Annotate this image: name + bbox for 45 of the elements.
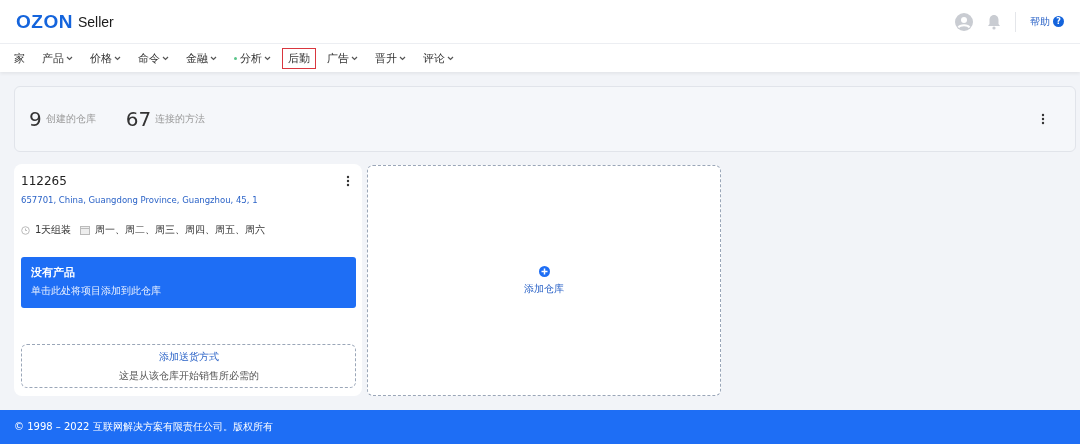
delivery-hint: 这是从该仓库开始销售所必需的 [118, 368, 259, 383]
banner-text: 单击此处将项目添加到此仓库 [31, 284, 162, 298]
add-delivery-link[interactable]: 添加送货方式 [158, 349, 219, 364]
no-products-banner[interactable]: 没有产品 单击此处将项目添加到此仓库 [21, 257, 356, 308]
plus-icon [538, 265, 550, 277]
nav-tab[interactable]: 产品 [36, 47, 79, 69]
nav-tab[interactable]: 价格 [84, 47, 127, 69]
logo[interactable]: OZON [16, 10, 73, 33]
help-link[interactable]: 帮助 ? [1015, 11, 1064, 32]
help-icon: ? [1053, 16, 1064, 27]
status-dot-icon [234, 56, 237, 60]
caret-icon [264, 55, 271, 61]
nav-tab[interactable]: 广告 [321, 47, 364, 69]
stat-value: 9 [29, 107, 42, 131]
add-delivery-panel[interactable]: 添加送货方式 这是从该仓库开始销售所必需的 [21, 344, 356, 388]
caret-icon [114, 55, 121, 61]
caret-icon [447, 55, 454, 61]
stat-label: 创建的仓库 [45, 112, 96, 126]
clock-icon [21, 225, 30, 235]
nav-tab[interactable]: 后勤 [282, 47, 316, 69]
caret-icon [351, 55, 358, 61]
nav-tab[interactable]: 命令 [132, 47, 175, 69]
nav-tab[interactable]: 晋升 [369, 47, 412, 69]
logo-subtitle: Seller [77, 13, 114, 30]
more-icon[interactable] [1041, 113, 1045, 125]
caret-icon [399, 55, 406, 61]
assembly-time: 1天组装 [35, 223, 72, 237]
caret-icon [66, 55, 73, 61]
nav-tab[interactable]: 分析 [228, 47, 277, 69]
copyright-text: © 1998 – 2022 互联网解决方案有限责任公司。版权所有 [14, 420, 273, 434]
banner-title: 没有产品 [31, 265, 76, 280]
nav-tab[interactable]: 金融 [180, 47, 223, 69]
more-icon[interactable] [346, 175, 350, 187]
calendar-icon [80, 225, 91, 235]
nav-tab[interactable]: 评论 [417, 47, 460, 69]
warehouse-address[interactable]: 657701, China, Guangdong Province, Guangzhou, 45, 1 [21, 195, 356, 205]
add-warehouse-label: 添加仓库 [524, 281, 564, 296]
add-warehouse-card[interactable]: 添加仓库 [367, 165, 721, 396]
caret-icon [210, 55, 217, 61]
warehouse-id: 112265 [21, 174, 67, 188]
stat-label: 连接的方法 [155, 112, 206, 126]
nav-tab[interactable]: 家 [8, 47, 31, 69]
stat-value: 67 [125, 107, 152, 131]
caret-icon [162, 55, 169, 61]
working-days: 周一、周二、周三、周四、周五、周六 [95, 223, 266, 237]
